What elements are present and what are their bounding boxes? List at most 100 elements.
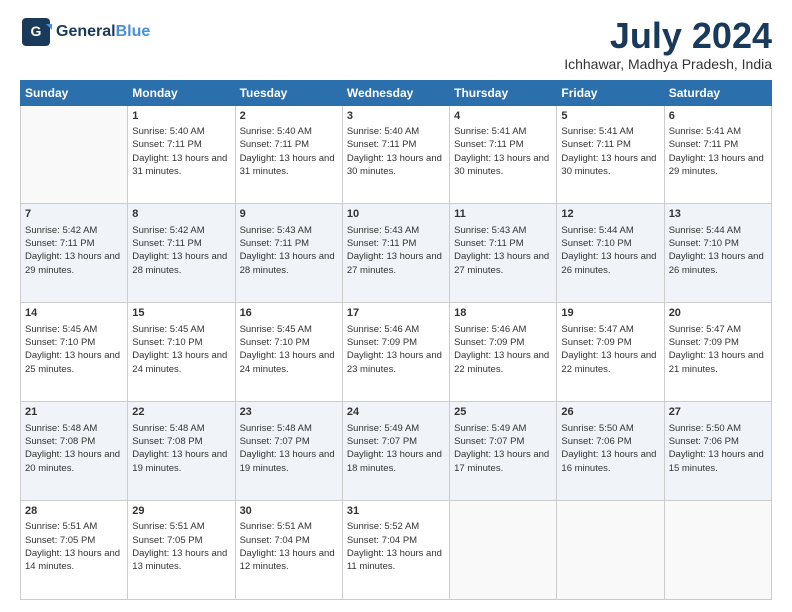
sunset-text: Sunset: 7:06 PM bbox=[669, 436, 739, 447]
calendar-cell: 9 Sunrise: 5:43 AM Sunset: 7:11 PM Daylight… bbox=[235, 204, 342, 303]
daylight-text: Daylight: 13 hours and 30 minutes. bbox=[454, 153, 549, 177]
sunrise-text: Sunrise: 5:45 AM bbox=[132, 324, 204, 335]
daylight-text: Daylight: 13 hours and 30 minutes. bbox=[561, 153, 656, 177]
daylight-text: Daylight: 13 hours and 28 minutes. bbox=[240, 251, 335, 275]
daylight-text: Daylight: 13 hours and 20 minutes. bbox=[25, 449, 120, 473]
day-number: 31 bbox=[347, 504, 445, 519]
calendar-cell bbox=[450, 501, 557, 600]
col-header-friday: Friday bbox=[557, 80, 664, 105]
calendar-cell: 2Sunrise: 5:40 AMSunset: 7:11 PMDaylight… bbox=[235, 105, 342, 204]
daylight-text: Daylight: 13 hours and 28 minutes. bbox=[132, 251, 227, 275]
daylight-text: Daylight: 13 hours and 26 minutes. bbox=[669, 251, 764, 275]
title-block: July 2024 Ichhawar, Madhya Pradesh, Indi… bbox=[564, 16, 772, 72]
col-header-tuesday: Tuesday bbox=[235, 80, 342, 105]
sunset-text: Sunset: 7:10 PM bbox=[669, 238, 739, 249]
day-number: 27 bbox=[669, 405, 767, 420]
daylight-text: Daylight: 13 hours and 29 minutes. bbox=[669, 153, 764, 177]
sunrise-text: Sunrise: 5:40 AM bbox=[132, 126, 204, 137]
calendar-cell: 12Sunrise: 5:44 AMSunset: 7:10 PMDayligh… bbox=[557, 204, 664, 303]
calendar-cell: 3Sunrise: 5:40 AMSunset: 7:11 PMDaylight… bbox=[342, 105, 449, 204]
sunset-text: Sunset: 7:11 PM bbox=[561, 139, 631, 150]
calendar-table: SundayMondayTuesdayWednesdayThursdayFrid… bbox=[20, 80, 772, 600]
sunset-text: Sunset: 7:11 PM bbox=[347, 238, 417, 249]
calendar-cell: 16Sunrise: 5:45 AMSunset: 7:10 PMDayligh… bbox=[235, 303, 342, 402]
calendar-week-1: 1 Sunrise: 5:40 AM Sunset: 7:11 PM Daylight… bbox=[21, 105, 772, 204]
daylight-text: Daylight: 13 hours and 23 minutes. bbox=[347, 350, 442, 374]
sunset-text: Sunset: 7:04 PM bbox=[240, 535, 310, 546]
sunrise-text: Sunrise: 5:48 AM bbox=[240, 423, 312, 434]
logo: G GeneralBlue bbox=[20, 16, 150, 48]
sunset-text: Sunset: 7:10 PM bbox=[240, 337, 310, 348]
calendar-cell bbox=[21, 105, 128, 204]
daylight-text: Daylight: 13 hours and 15 minutes. bbox=[669, 449, 764, 473]
sunrise-text: Sunrise: 5:43 AM bbox=[240, 225, 312, 236]
day-number: 16 bbox=[240, 306, 338, 321]
daylight-text: Daylight: 13 hours and 22 minutes. bbox=[454, 350, 549, 374]
day-number: 18 bbox=[454, 306, 552, 321]
sunrise-text: Sunrise: 5:41 AM bbox=[561, 126, 633, 137]
calendar-cell: 25Sunrise: 5:49 AMSunset: 7:07 PMDayligh… bbox=[450, 402, 557, 501]
sunrise-text: Sunrise: 5:48 AM bbox=[25, 423, 97, 434]
sunrise-text: Sunrise: 5:40 AM bbox=[240, 126, 312, 137]
calendar-cell: 23Sunrise: 5:48 AMSunset: 7:07 PMDayligh… bbox=[235, 402, 342, 501]
sunrise-text: Sunrise: 5:49 AM bbox=[347, 423, 419, 434]
sunset-text: Sunset: 7:11 PM bbox=[347, 139, 417, 150]
calendar-cell: 28 Sunrise: 5:51 AM Sunset: 7:05 PM Dayligh… bbox=[21, 501, 128, 600]
sunrise-text: Sunrise: 5:47 AM bbox=[561, 324, 633, 335]
calendar-cell bbox=[664, 501, 771, 600]
day-number: 26 bbox=[561, 405, 659, 420]
day-number: 15 bbox=[132, 306, 230, 321]
sunrise-text: Sunrise: 5:41 AM bbox=[669, 126, 741, 137]
sunrise-text: Sunrise: 5:42 AM bbox=[25, 225, 97, 236]
calendar-cell: 17Sunrise: 5:46 AMSunset: 7:09 PMDayligh… bbox=[342, 303, 449, 402]
sunset-text: Sunset: 7:11 PM bbox=[240, 139, 310, 150]
sunset-text: Sunset: 7:08 PM bbox=[25, 436, 95, 447]
day-number: 29 bbox=[132, 504, 230, 519]
col-header-monday: Monday bbox=[128, 80, 235, 105]
main-title: July 2024 bbox=[564, 16, 772, 56]
sunset-text: Sunset: 7:04 PM bbox=[347, 535, 417, 546]
daylight-text: Daylight: 13 hours and 12 minutes. bbox=[240, 548, 335, 572]
subtitle: Ichhawar, Madhya Pradesh, India bbox=[564, 56, 772, 72]
day-number: 28 bbox=[25, 504, 123, 519]
sunrise-text: Sunrise: 5:51 AM bbox=[240, 521, 312, 532]
calendar-cell: 7Sunrise: 5:42 AMSunset: 7:11 PMDaylight… bbox=[21, 204, 128, 303]
sunset-text: Sunset: 7:11 PM bbox=[132, 139, 202, 150]
calendar-week-2: 7 Sunrise: 5:42 AM Sunset: 7:11 PM Daylight… bbox=[21, 204, 772, 303]
calendar-cell: 11Sunrise: 5:43 AMSunset: 7:11 PMDayligh… bbox=[450, 204, 557, 303]
day-number: 1 bbox=[132, 109, 230, 124]
day-number: 7 bbox=[25, 207, 123, 222]
calendar-cell: 6Sunrise: 5:41 AMSunset: 7:11 PMDaylight… bbox=[664, 105, 771, 204]
calendar-header-row: SundayMondayTuesdayWednesdayThursdayFrid… bbox=[21, 80, 772, 105]
sunset-text: Sunset: 7:07 PM bbox=[454, 436, 524, 447]
calendar-cell: 18Sunrise: 5:46 AMSunset: 7:09 PMDayligh… bbox=[450, 303, 557, 402]
calendar-cell: 14Sunrise: 5:45 AMSunset: 7:10 PMDayligh… bbox=[21, 303, 128, 402]
day-number: 17 bbox=[347, 306, 445, 321]
daylight-text: Daylight: 13 hours and 13 minutes. bbox=[132, 548, 227, 572]
sunset-text: Sunset: 7:07 PM bbox=[347, 436, 417, 447]
daylight-text: Daylight: 13 hours and 16 minutes. bbox=[561, 449, 656, 473]
sunset-text: Sunset: 7:11 PM bbox=[454, 139, 524, 150]
calendar-cell: 15Sunrise: 5:45 AMSunset: 7:10 PMDayligh… bbox=[128, 303, 235, 402]
day-number: 21 bbox=[25, 405, 123, 420]
calendar-cell: 20Sunrise: 5:47 AMSunset: 7:09 PMDayligh… bbox=[664, 303, 771, 402]
daylight-text: Daylight: 13 hours and 14 minutes. bbox=[25, 548, 120, 572]
sunrise-text: Sunrise: 5:50 AM bbox=[561, 423, 633, 434]
sunset-text: Sunset: 7:11 PM bbox=[240, 238, 310, 249]
calendar-cell: 30Sunrise: 5:51 AMSunset: 7:04 PMDayligh… bbox=[235, 501, 342, 600]
day-number: 5 bbox=[561, 109, 659, 124]
col-header-sunday: Sunday bbox=[21, 80, 128, 105]
sunrise-text: Sunrise: 5:41 AM bbox=[454, 126, 526, 137]
sunrise-text: Sunrise: 5:51 AM bbox=[25, 521, 97, 532]
logo-text: GeneralBlue bbox=[56, 23, 150, 41]
day-number: 12 bbox=[561, 207, 659, 222]
sunset-text: Sunset: 7:05 PM bbox=[25, 535, 95, 546]
day-number: 9 bbox=[240, 207, 338, 222]
sunrise-text: Sunrise: 5:43 AM bbox=[454, 225, 526, 236]
header: G GeneralBlue July 2024 Ichhawar, Madhya… bbox=[20, 16, 772, 72]
sunrise-text: Sunrise: 5:44 AM bbox=[669, 225, 741, 236]
sunset-text: Sunset: 7:11 PM bbox=[669, 139, 739, 150]
day-number: 13 bbox=[669, 207, 767, 222]
day-number: 25 bbox=[454, 405, 552, 420]
daylight-text: Daylight: 13 hours and 24 minutes. bbox=[240, 350, 335, 374]
